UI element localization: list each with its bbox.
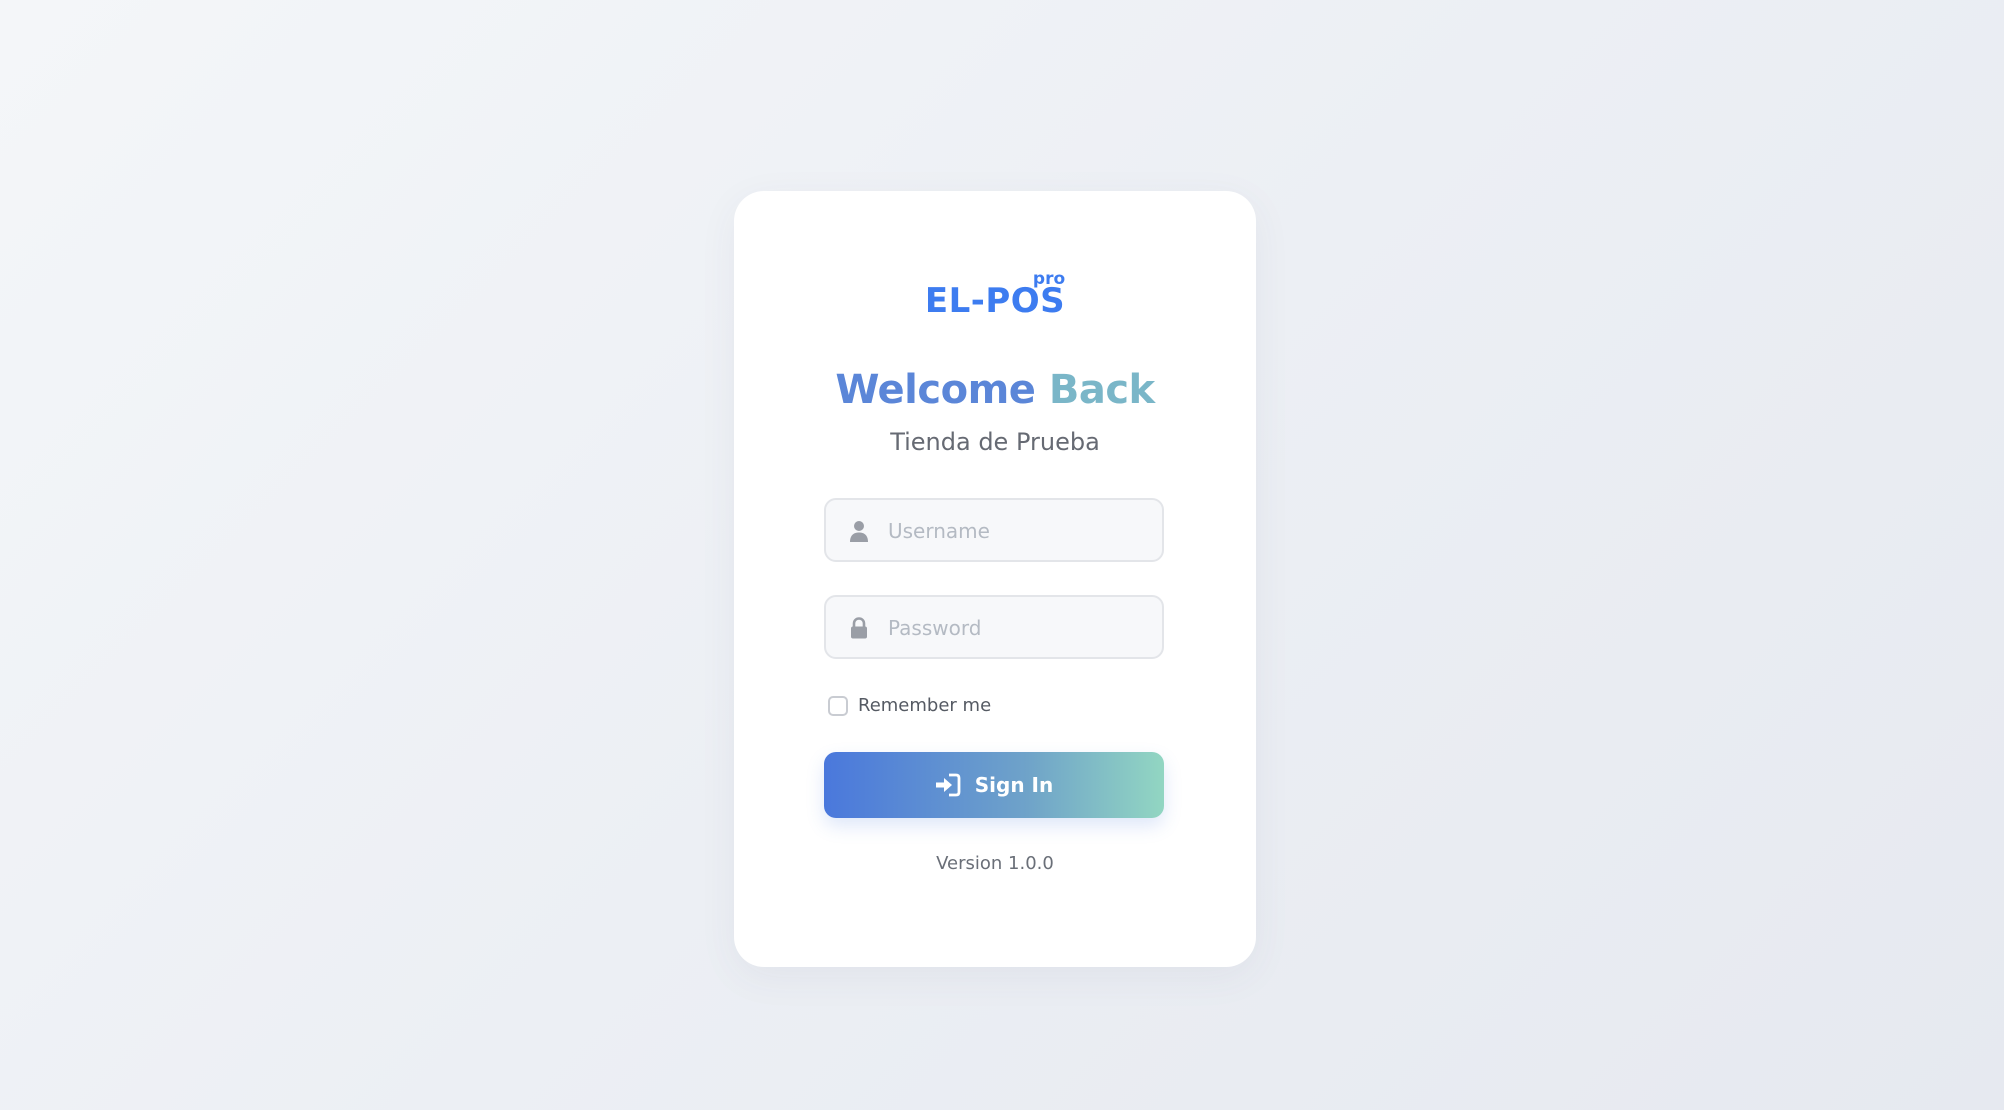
welcome-heading: Welcome Back [734,367,1256,413]
logo-superscript: pro [1032,269,1066,289]
sign-in-label[interactable]: Sign In [975,773,1053,797]
password-input[interactable] [886,597,1160,659]
remember-me[interactable]: Remember me [828,695,991,716]
sign-in-icon [935,773,961,797]
store-name: Tienda de Prueba [890,428,1100,456]
sign-in-button[interactable]: Sign In [824,752,1164,818]
lock-icon [848,617,870,639]
version-text: Version 1.0.0 [936,853,1054,874]
welcome-heading-part2: Back [1048,367,1155,413]
welcome-heading-part1: Welcome [835,367,1036,413]
logo: EL-POS pro [734,269,1256,321]
username-input[interactable] [886,500,1160,562]
login-card: EL-POS pro Welcome Back Tienda de Prueba… [734,191,1256,967]
username-field[interactable] [824,498,1164,562]
user-icon [848,520,870,542]
password-field[interactable] [824,595,1164,659]
remember-me-checkbox[interactable] [828,695,848,716]
remember-me-label[interactable]: Remember me [858,695,991,716]
